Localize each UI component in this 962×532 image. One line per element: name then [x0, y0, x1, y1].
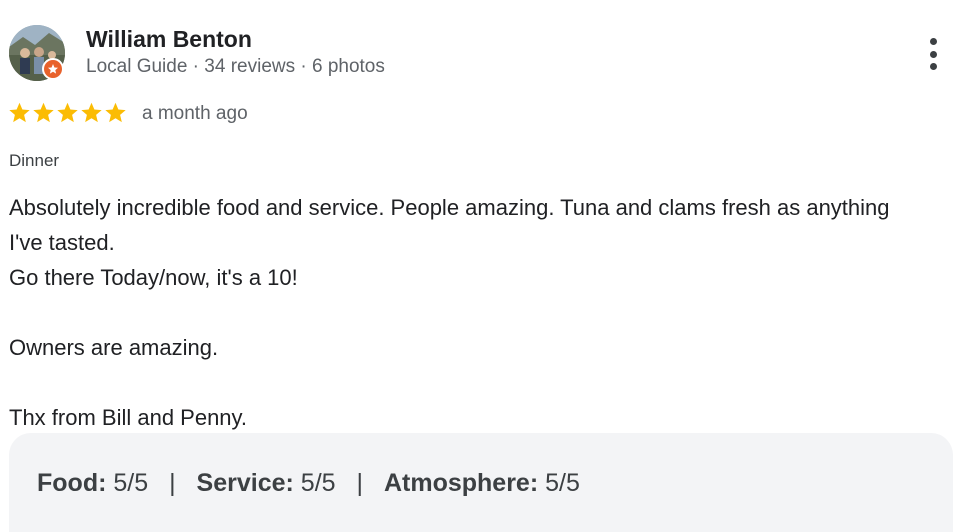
- rating-separator: |: [169, 469, 176, 497]
- service-rating-label: Service:: [196, 469, 294, 497]
- local-guide-star-icon: [42, 58, 64, 80]
- more-vert-icon[interactable]: [918, 36, 948, 72]
- star-icon: [33, 102, 54, 123]
- star-icon: [9, 102, 30, 123]
- reviewer-meta[interactable]: Local Guide · 34 reviews · 6 photos: [86, 56, 385, 78]
- sub-ratings-panel: Food: 5/5 | Service: 5/5 | Atmosphere: 5…: [9, 433, 953, 532]
- review-text: Absolutely incredible food and service. …: [9, 190, 909, 435]
- star-rating: [8, 101, 127, 124]
- star-icon: [105, 102, 126, 123]
- food-rating-label: Food:: [37, 469, 107, 497]
- atmosphere-rating-value: 5/5: [545, 469, 580, 497]
- service-rating-value: 5/5: [300, 469, 336, 497]
- star-icon: [81, 102, 102, 123]
- review-text-line: Thx from Bill and Penny.: [9, 405, 248, 430]
- review-text-line: Go there Today/now, it's a 10!: [9, 265, 298, 290]
- review-card: William Benton Local Guide · 34 reviews …: [0, 0, 962, 532]
- food-rating-value: 5/5: [113, 469, 149, 497]
- atmosphere-rating-label: Atmosphere:: [383, 469, 539, 497]
- star-icon: [57, 102, 78, 123]
- meal-type-label: Dinner: [9, 151, 60, 170]
- review-text-line: Absolutely incredible food and service. …: [9, 195, 890, 255]
- review-date: a month ago: [142, 103, 248, 124]
- rating-separator: |: [356, 469, 364, 497]
- reviewer-name[interactable]: William Benton: [86, 26, 252, 53]
- review-text-line: Owners are amazing.: [9, 335, 219, 360]
- sub-ratings: Food: 5/5 | Service: 5/5 | Atmosphere: 5…: [37, 469, 580, 498]
